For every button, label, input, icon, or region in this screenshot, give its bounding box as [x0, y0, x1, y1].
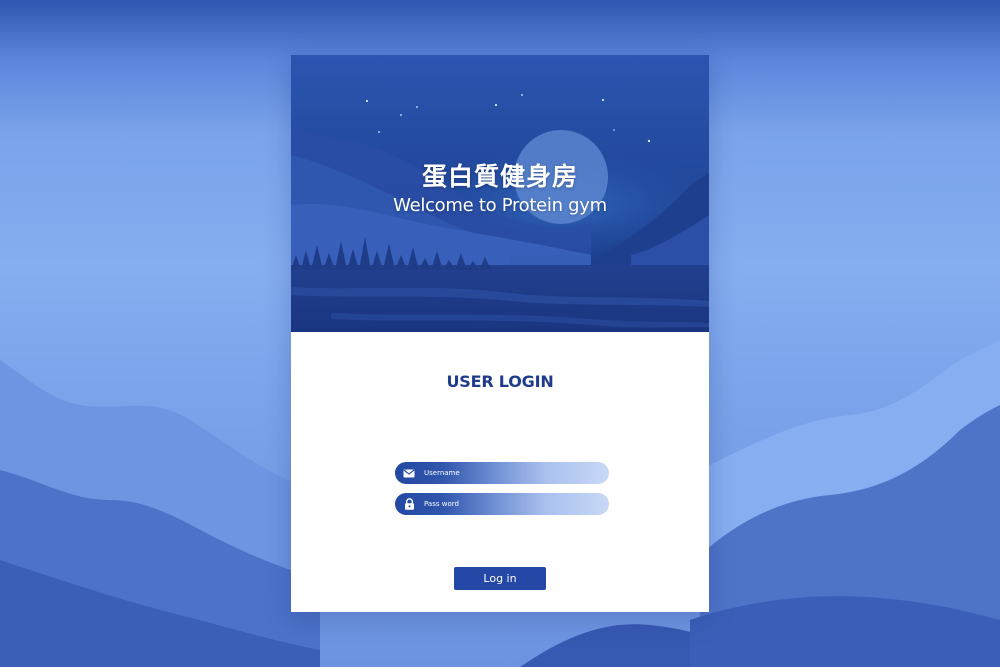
- username-input[interactable]: [416, 462, 609, 484]
- hero-banner: 蛋白質健身房 Welcome to Protein gym: [291, 55, 709, 332]
- username-field[interactable]: [395, 462, 609, 484]
- login-button[interactable]: Log in: [454, 567, 546, 590]
- welcome-subtitle: Welcome to Protein gym: [393, 195, 607, 216]
- gym-name-title: 蛋白質健身房: [421, 162, 578, 191]
- login-form: USER LOGIN Username Log in: [291, 332, 709, 612]
- password-input[interactable]: [416, 493, 609, 515]
- login-heading: USER LOGIN: [446, 372, 554, 391]
- envelope-icon: [402, 466, 416, 480]
- page-background: 蛋白質健身房 Welcome to Protein gym USER LOGIN: [0, 0, 1000, 667]
- login-card: 蛋白質健身房 Welcome to Protein gym USER LOGIN: [291, 55, 709, 612]
- padlock-icon: [402, 497, 416, 511]
- night-lake-illustration: [291, 55, 709, 332]
- password-field[interactable]: [395, 493, 609, 515]
